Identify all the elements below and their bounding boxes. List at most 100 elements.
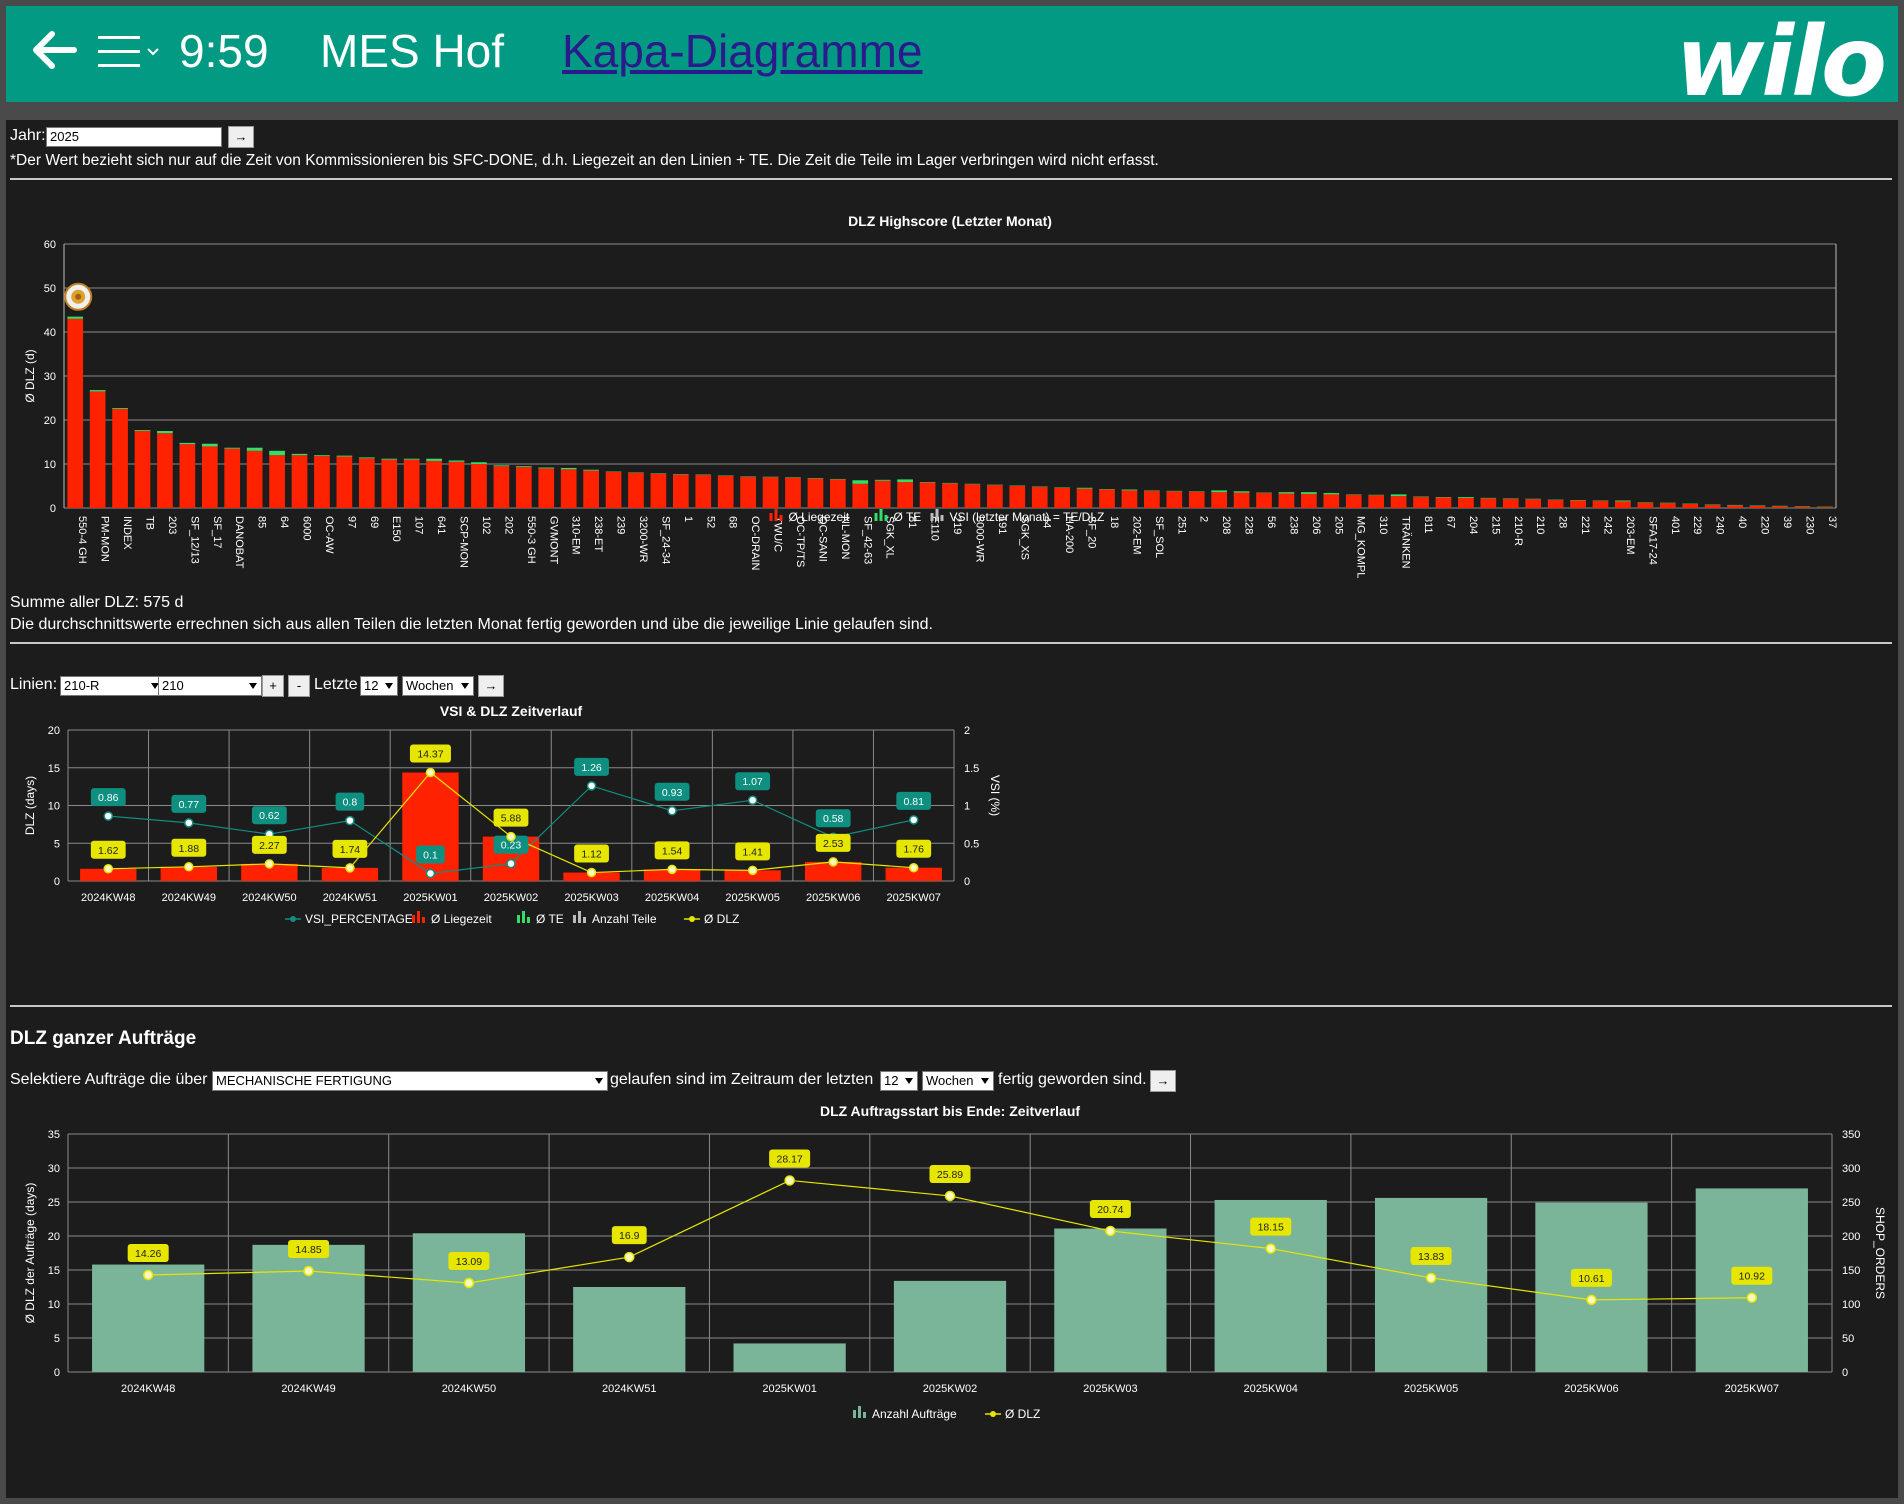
bar-te — [269, 450, 285, 456]
x-tick-label: 2025KW03 — [1083, 1383, 1137, 1395]
y2-tick-label: 300 — [1842, 1163, 1860, 1175]
divider — [10, 642, 1892, 644]
x-tick-label: 210 — [1534, 516, 1546, 534]
bar-liegezeit — [381, 459, 398, 508]
add-line-button[interactable]: + — [262, 675, 284, 697]
year-input[interactable]: 2025 — [46, 127, 222, 147]
x-tick-label: 2025KW06 — [1564, 1383, 1618, 1395]
bar-liegezeit — [762, 477, 779, 508]
x-tick-label: 550-3 GH — [525, 516, 537, 564]
bar-liegezeit — [157, 433, 173, 508]
orders-unit-select[interactable]: Wochen — [922, 1071, 994, 1091]
x-tick-label: 239 — [615, 516, 627, 534]
bar-te — [583, 469, 599, 471]
bar-liegezeit — [605, 471, 622, 508]
x-tick-label: 2024KW48 — [81, 892, 135, 904]
bar-liegezeit — [1570, 500, 1586, 508]
x-tick-label: TWU/C — [772, 516, 784, 552]
dlz-point — [264, 859, 275, 869]
lines-submit-button[interactable]: → — [478, 675, 504, 697]
bar-anzahl-auftraege — [573, 1287, 686, 1372]
bar-liegezeit — [1144, 490, 1160, 508]
vsi-data-label: 0.77 — [179, 799, 200, 811]
x-tick-label: 2025KW02 — [923, 1383, 977, 1395]
bar-anzahl-auftraege — [1535, 1202, 1648, 1372]
line-select-1[interactable]: 210-R — [60, 676, 164, 696]
main-content: Jahr: 2025 → *Der Wert bezieht sich nur … — [6, 120, 1898, 1498]
line-select-2[interactable]: 210 — [158, 676, 262, 696]
period-unit-select[interactable]: Wochen — [402, 676, 474, 696]
bar-liegezeit — [1368, 495, 1385, 508]
year-submit-button[interactable]: → — [228, 126, 254, 148]
bar-anzahl-auftraege — [252, 1244, 365, 1372]
bar-anzahl-auftraege — [733, 1343, 846, 1372]
x-tick-label: 1 — [682, 516, 694, 522]
vsi-data-label: 1.26 — [581, 762, 602, 774]
x-tick-label: 52 — [704, 516, 716, 528]
vsi-data-label: 0.81 — [904, 796, 925, 808]
vsi-point — [184, 818, 194, 828]
x-tick-label: 203 — [166, 516, 178, 534]
y-tick-label: 15 — [48, 763, 60, 775]
bar-liegezeit — [1390, 496, 1407, 508]
legend-swatch — [422, 917, 425, 923]
app-header: 9:59 MES Hof Kapa-Diagramme wilo — [6, 6, 1898, 118]
bar-te — [358, 457, 375, 459]
bar-liegezeit — [1121, 490, 1138, 508]
vsi-data-label: 0.86 — [98, 792, 119, 804]
x-tick-label: 2025KW07 — [887, 892, 941, 904]
bar-anzahl-auftraege — [893, 1280, 1007, 1372]
bar-te — [426, 458, 442, 461]
bar-liegezeit — [852, 483, 869, 508]
x-tick-label: 2 — [1198, 516, 1210, 522]
back-arrow-icon[interactable] — [28, 24, 80, 76]
kapa-diagramme-link[interactable]: Kapa-Diagramme — [562, 24, 922, 78]
vsi-data-label: 0.58 — [823, 813, 844, 825]
legend-label: VSI_PERCENTAGE — [305, 912, 413, 926]
x-tick-label: 220 — [1758, 516, 1770, 534]
legend-swatch — [578, 911, 581, 923]
bar-liegezeit — [314, 456, 330, 508]
y-tick-label: 20 — [48, 725, 60, 737]
hamburger-menu-icon[interactable] — [98, 36, 140, 68]
x-tick-label: 2024KW49 — [162, 892, 216, 904]
x-tick-label: 2025KW07 — [1725, 1383, 1779, 1395]
period-count-select[interactable]: 12 — [360, 676, 398, 696]
legend-swatch — [583, 917, 586, 923]
bar-te — [1278, 492, 1295, 494]
legend-label: Ø Liegezeit — [789, 510, 850, 524]
dlz-point — [747, 865, 758, 876]
x-tick-label: 2025KW04 — [645, 892, 699, 904]
remove-line-button[interactable]: - — [288, 675, 310, 697]
x-tick-label: 2025KW02 — [484, 892, 538, 904]
legend-swatch — [573, 915, 576, 923]
dlz-highscore-chart: DLZ Highscore (Letzter Monat) 0 10 20 30 40 50… — [23, 213, 1838, 578]
legend-swatch — [769, 513, 773, 521]
y-tick-label: 20 — [48, 1231, 60, 1243]
dlz-data-label: 1.41 — [742, 846, 763, 858]
x-tick-label: 202-EM — [1130, 516, 1142, 555]
bar-te — [1390, 494, 1407, 497]
app-title: MES Hof — [320, 25, 505, 77]
orders-count-select[interactable]: 12 — [880, 1071, 918, 1091]
legend-swatch — [884, 515, 888, 521]
bar-liegezeit — [426, 460, 442, 508]
bar-liegezeit — [560, 469, 577, 508]
chevron-down-icon[interactable] — [147, 48, 159, 56]
dlz-point — [1105, 1225, 1116, 1237]
bar-liegezeit — [583, 470, 599, 508]
x-tick-label: 238-ET — [592, 516, 604, 552]
dlz-data-label: 2.27 — [259, 840, 280, 852]
vsi-dlz-chart: VSI & DLZ Zeitverlauf 0 5 10 15 20 0 0.5 1 1.5 2 DL… — [23, 703, 1002, 926]
x-tick-label: 229 — [1691, 516, 1703, 534]
dlz-data-label: 1.12 — [581, 849, 602, 861]
department-select[interactable]: MECHANISCHE FERTIGUNG — [212, 1071, 608, 1091]
bar-te — [134, 430, 151, 431]
x-tick-label: TRÄNKEN — [1400, 516, 1412, 569]
bar-te — [112, 408, 128, 409]
orders-submit-button[interactable]: → — [1150, 1070, 1176, 1092]
x-tick-label: 550-4 GH — [76, 516, 88, 564]
dlz-explanation: Die durchschnittswerte errechnen sich au… — [10, 616, 933, 633]
y2-tick-label: 1 — [964, 801, 970, 813]
vsi-data-label: 0.62 — [259, 810, 280, 822]
